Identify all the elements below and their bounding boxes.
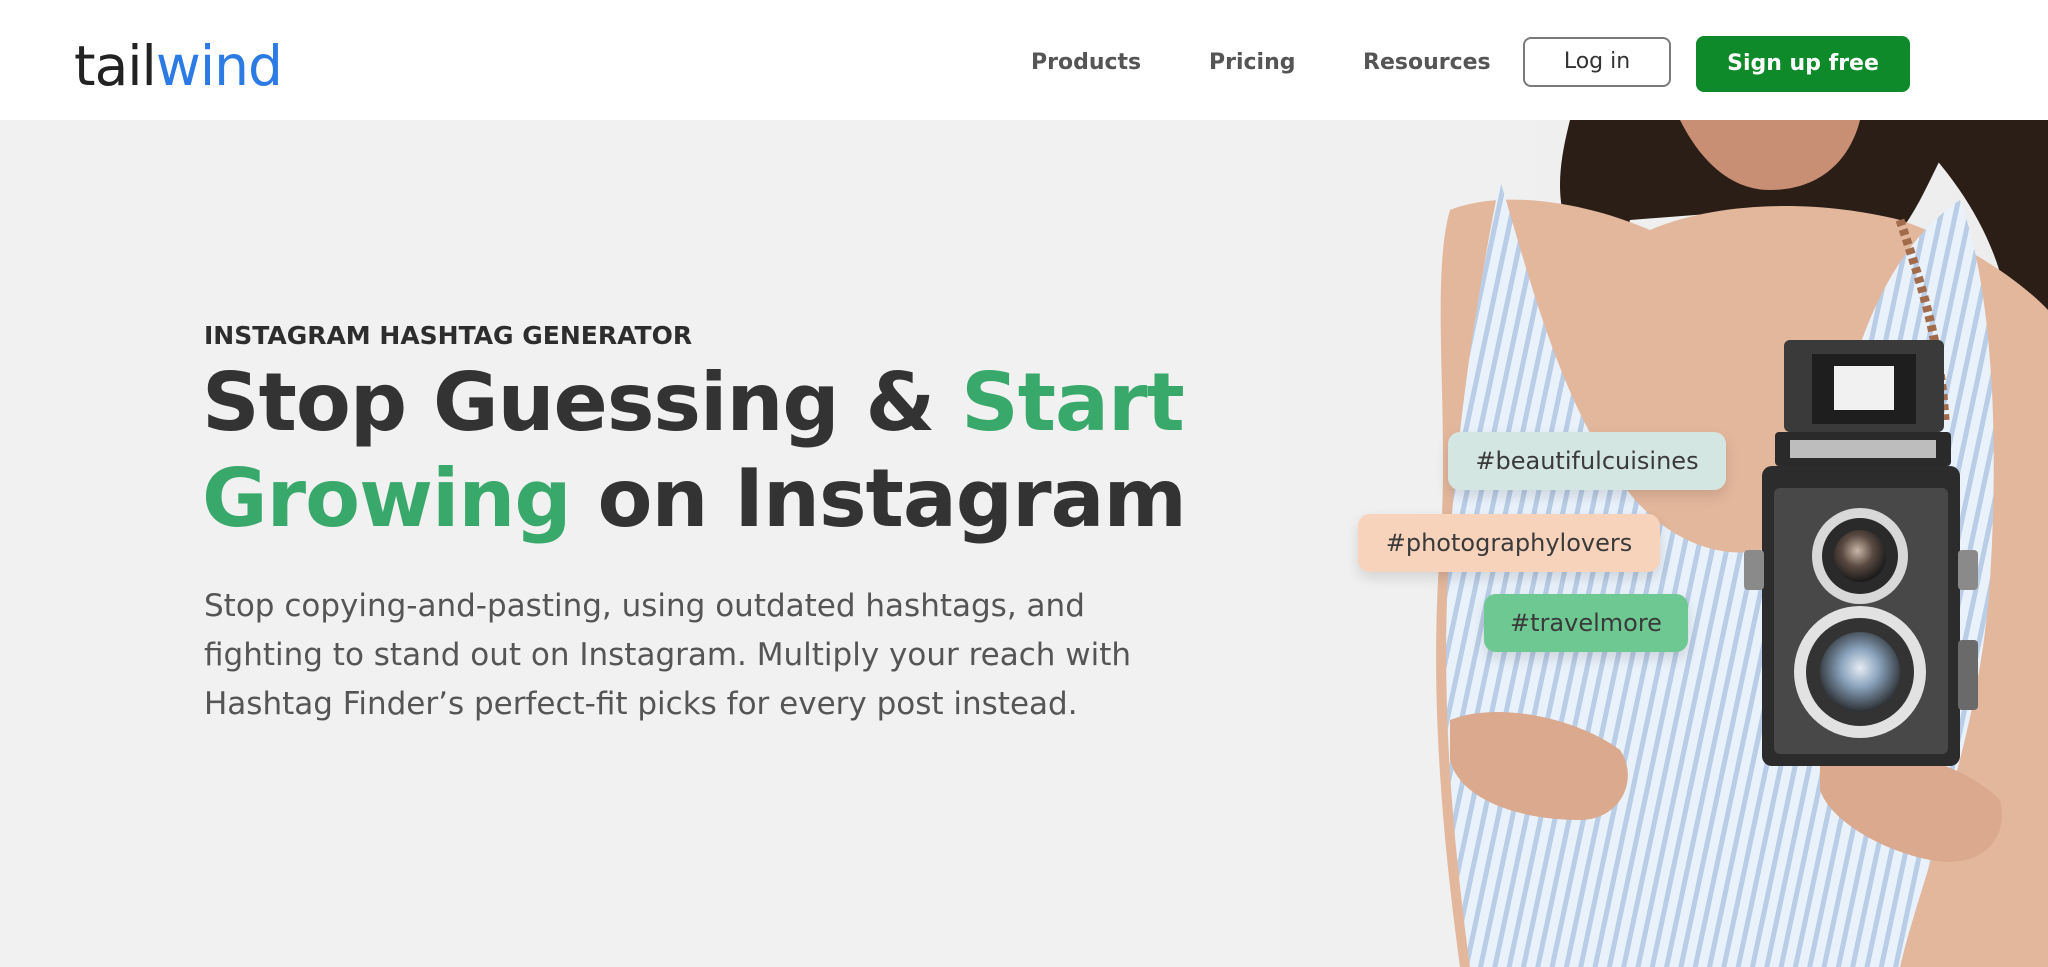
hashtag-text: #travelmore	[1510, 609, 1662, 637]
logo-text-part1: tail	[74, 34, 157, 98]
site-header: tailwind Products Pricing Resources Log …	[0, 0, 2048, 120]
hero-description-line-3: Hashtag Finder’s perfect-fit picks for e…	[204, 686, 1078, 722]
hashtag-text: #photographylovers	[1385, 529, 1633, 557]
hero-headline: Stop Guessing & Start Growing on Instagr…	[202, 355, 1187, 547]
hashtag-chip-travelmore: #travelmore	[1484, 594, 1688, 652]
nav-pricing[interactable]: Pricing	[1209, 48, 1296, 78]
hero-description-line-2: fighting to stand out on Instagram. Mult…	[204, 637, 1132, 673]
hero-description: Stop copying-and-pasting, using outdated…	[204, 582, 1132, 729]
hashtag-chip-photographylovers: #photographylovers	[1358, 514, 1660, 572]
headline-text-2: on Instagram	[570, 452, 1186, 545]
hashtag-chip-beautifulcuisines: #beautifulcuisines	[1448, 432, 1726, 490]
headline-highlight-start: Start	[961, 356, 1185, 449]
signup-button[interactable]: Sign up free	[1696, 36, 1910, 92]
nav-resources[interactable]: Resources	[1363, 48, 1491, 78]
headline-highlight-growing: Growing	[202, 452, 572, 545]
hero-photo-woman-with-camera: #beautifulcuisines #photographylovers #t…	[1200, 120, 2048, 967]
nav-products[interactable]: Products	[1031, 48, 1141, 78]
hero-description-line-1: Stop copying-and-pasting, using outdated…	[204, 588, 1085, 624]
headline-line-1: Stop Guessing & Start	[202, 355, 1185, 451]
tailwind-logo[interactable]: tailwind	[74, 34, 283, 98]
login-button[interactable]: Log in	[1523, 37, 1671, 87]
headline-line-2: Growing on Instagram	[202, 451, 1187, 547]
hero-eyebrow: INSTAGRAM HASHTAG GENERATOR	[204, 321, 693, 350]
hashtag-text: #beautifulcuisines	[1475, 447, 1699, 475]
logo-text-part2: wind	[155, 34, 283, 98]
headline-text-1: Stop Guessing &	[202, 356, 962, 449]
